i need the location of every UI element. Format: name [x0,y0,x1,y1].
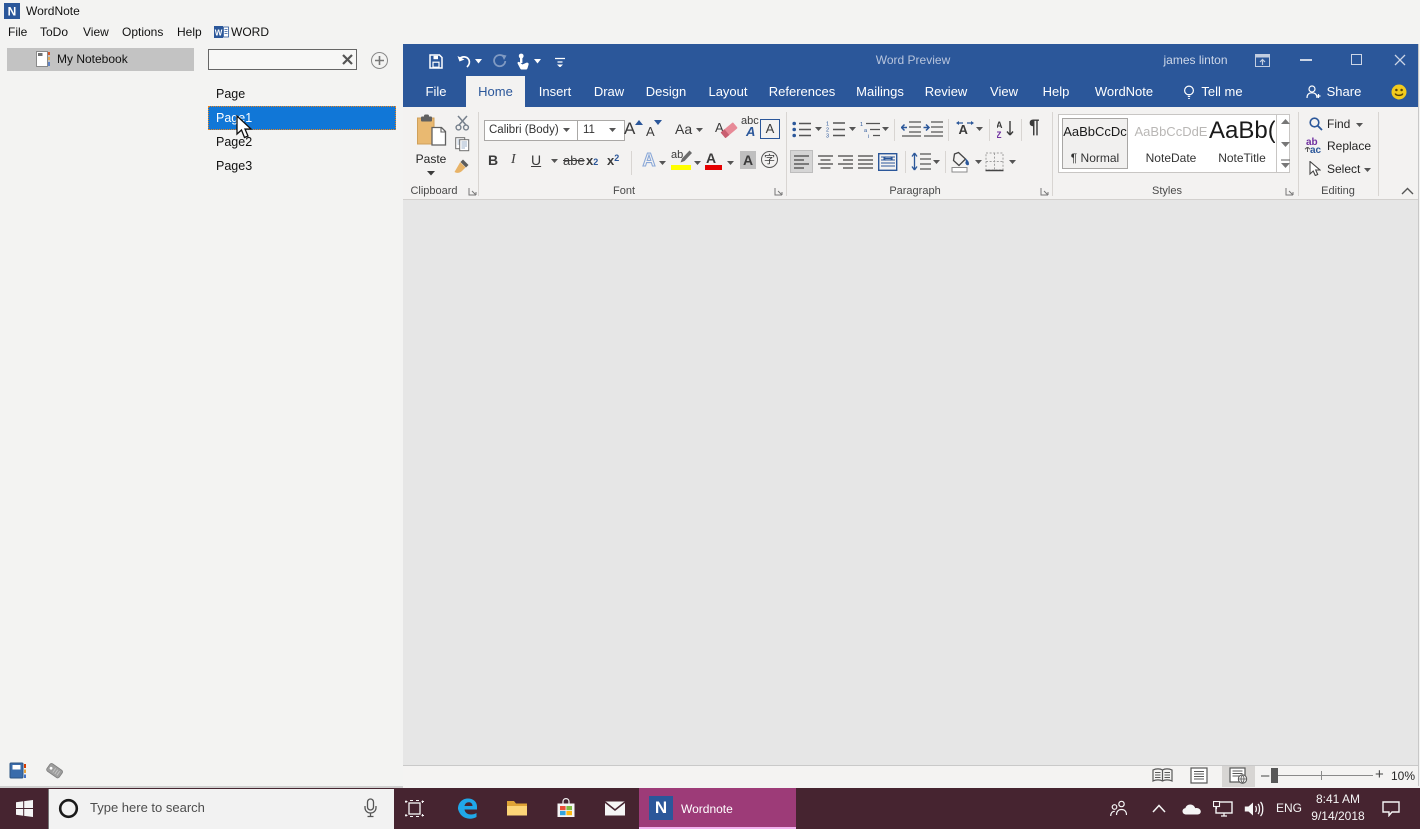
svg-text:i: i [868,134,869,138]
svg-text:3: 3 [826,134,829,139]
svg-text:A: A [643,150,656,170]
svg-text:A: A [997,120,1003,130]
svg-text:Z: Z [997,130,1002,139]
svg-text:A: A [959,122,969,137]
svg-text:W: W [215,29,223,38]
svg-text:N: N [8,5,17,19]
svg-text:1: 1 [860,122,863,128]
